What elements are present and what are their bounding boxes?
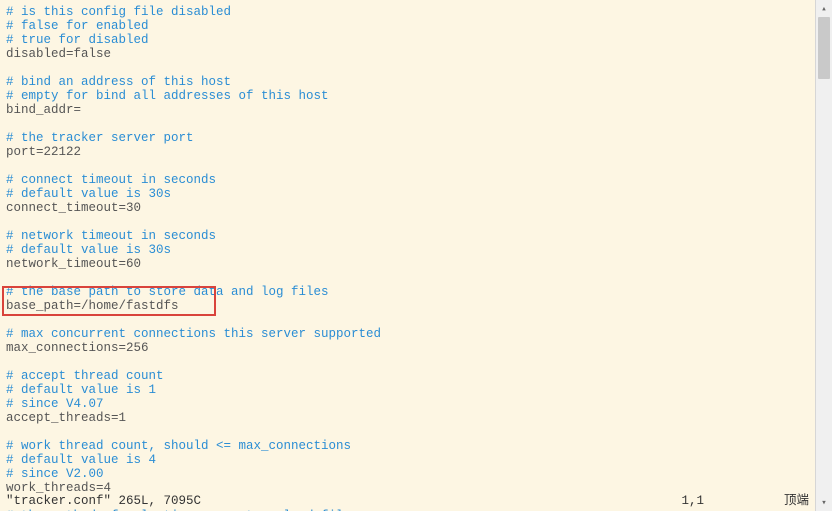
code-line: # empty for bind all addresses of this h… <box>6 89 809 103</box>
code-line <box>6 117 809 131</box>
code-line: accept_threads=1 <box>6 411 809 425</box>
code-line: bind_addr= <box>6 103 809 117</box>
code-line: port=22122 <box>6 145 809 159</box>
code-line: # bind an address of this host <box>6 75 809 89</box>
vertical-scrollbar[interactable]: ▴ ▾ <box>815 0 832 511</box>
code-line: # default value is 1 <box>6 383 809 397</box>
code-line: # the tracker server port <box>6 131 809 145</box>
code-line: base_path=/home/fastdfs <box>6 299 809 313</box>
vim-status-line: "tracker.conf" 265L, 7095C 1,1 顶端 <box>6 494 815 508</box>
code-line <box>6 271 809 285</box>
code-line: # work thread count, should <= max_conne… <box>6 439 809 453</box>
code-line <box>6 425 809 439</box>
code-line: # max concurrent connections this server… <box>6 327 809 341</box>
chevron-down-icon: ▾ <box>821 496 826 510</box>
code-line <box>6 313 809 327</box>
code-line: # is this config file disabled <box>6 5 809 19</box>
code-line: max_connections=256 <box>6 341 809 355</box>
code-line <box>6 61 809 75</box>
code-line: connect_timeout=30 <box>6 201 809 215</box>
scrollbar-thumb[interactable] <box>818 17 830 79</box>
editor-viewport[interactable]: # is this config file disabled# false fo… <box>0 0 815 511</box>
code-line: # network timeout in seconds <box>6 229 809 243</box>
code-line: # since V2.00 <box>6 467 809 481</box>
status-filename: "tracker.conf" 265L, 7095C <box>6 494 201 508</box>
code-line: # connect timeout in seconds <box>6 173 809 187</box>
scroll-up-button[interactable]: ▴ <box>816 0 832 17</box>
code-line: # default value is 30s <box>6 187 809 201</box>
code-line: # default value is 4 <box>6 453 809 467</box>
code-line <box>6 159 809 173</box>
scroll-down-button[interactable]: ▾ <box>816 494 832 511</box>
status-cursor-pos: 1,1 <box>681 494 784 508</box>
code-line: work_threads=4 <box>6 481 809 495</box>
code-line: # the base path to store data and log fi… <box>6 285 809 299</box>
code-line: network_timeout=60 <box>6 257 809 271</box>
code-line: # accept thread count <box>6 369 809 383</box>
chevron-up-icon: ▴ <box>821 2 826 16</box>
code-line: # since V4.07 <box>6 397 809 411</box>
status-scroll-indicator: 顶端 <box>784 494 815 508</box>
code-line: disabled=false <box>6 47 809 61</box>
code-line: # true for disabled <box>6 33 809 47</box>
code-line <box>6 355 809 369</box>
code-line <box>6 215 809 229</box>
code-line: # default value is 30s <box>6 243 809 257</box>
code-line: # false for enabled <box>6 19 809 33</box>
